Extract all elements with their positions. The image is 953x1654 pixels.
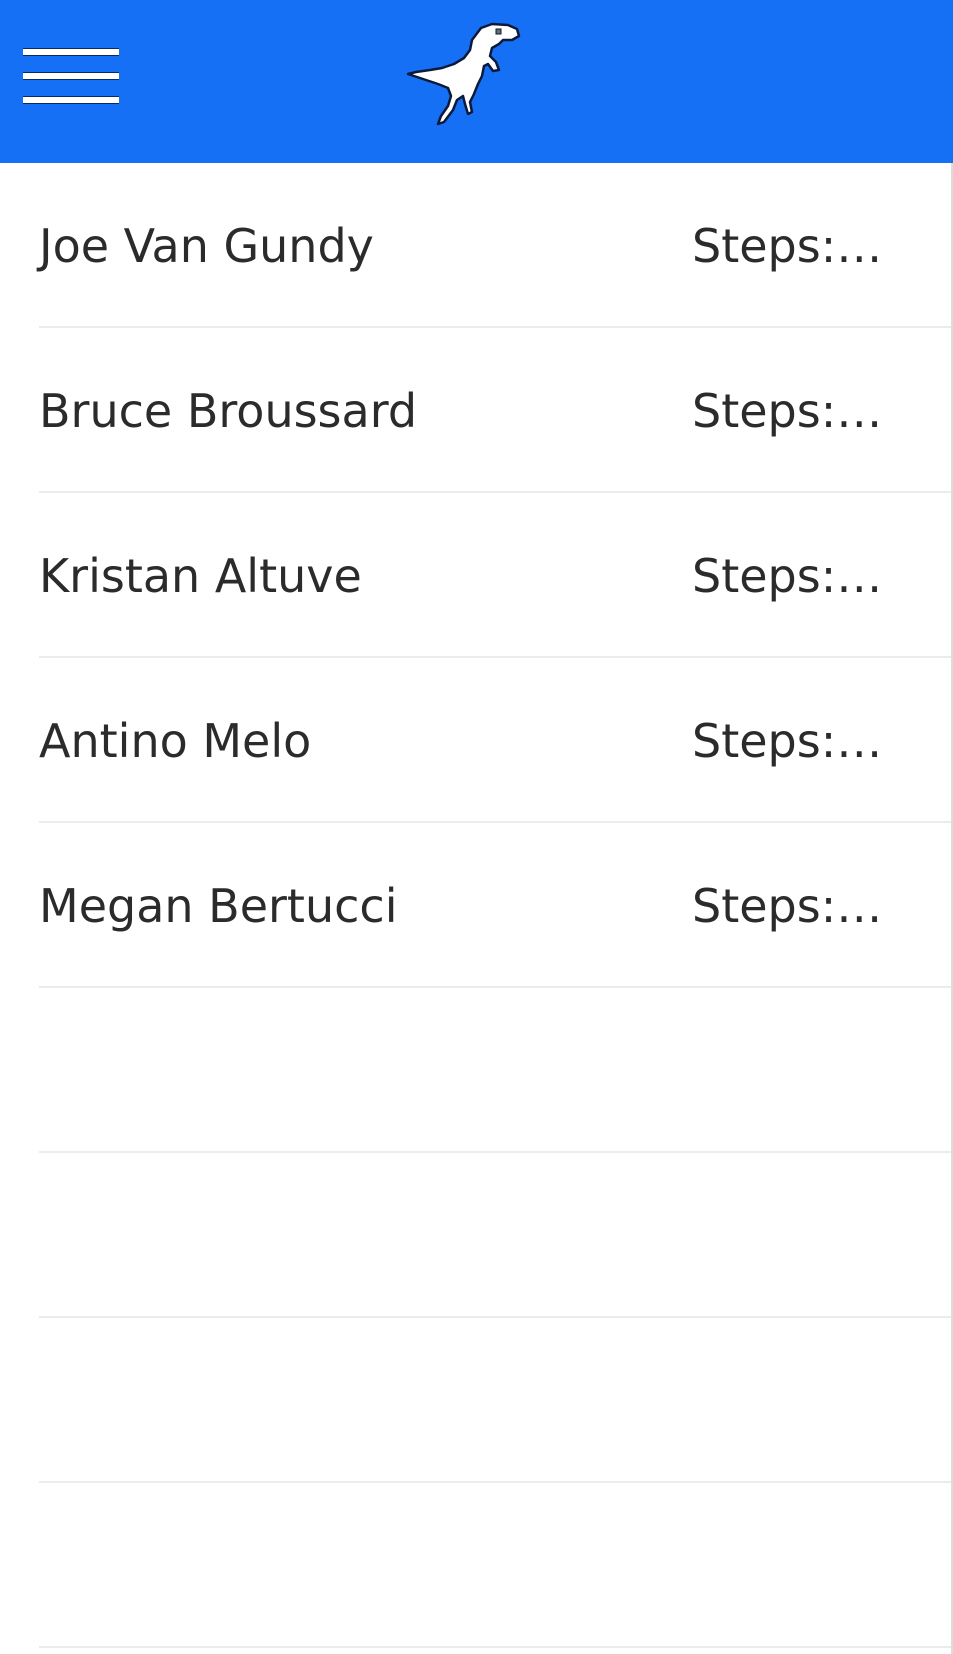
participant-name: Antino Melo bbox=[39, 713, 312, 768]
leaderboard-row[interactable]: Megan Bertucci Steps:… bbox=[0, 823, 953, 988]
t-rex-dinosaur-icon bbox=[406, 22, 521, 126]
empty-row bbox=[0, 988, 953, 1153]
step-count: Steps:… bbox=[692, 548, 883, 603]
participant-name: Bruce Broussard bbox=[39, 383, 418, 438]
participant-name: Megan Bertucci bbox=[39, 878, 398, 933]
step-count: Steps:… bbox=[692, 878, 883, 933]
leaderboard-row[interactable]: Antino Melo Steps:… bbox=[0, 658, 953, 823]
empty-row bbox=[0, 1318, 953, 1483]
leaderboard-row[interactable]: Joe Van Gundy Steps:… bbox=[0, 163, 953, 328]
app-screen: Joe Van Gundy Steps:… Bruce Broussard Steps… bbox=[0, 0, 953, 1654]
leaderboard-row[interactable]: Kristan Altuve Steps:… bbox=[0, 493, 953, 658]
menu-button[interactable] bbox=[18, 40, 124, 106]
step-count: Steps:… bbox=[692, 218, 883, 273]
participant-name: Kristan Altuve bbox=[39, 548, 362, 603]
step-count: Steps:… bbox=[692, 383, 883, 438]
empty-row bbox=[0, 1153, 953, 1318]
row-separator bbox=[39, 1646, 953, 1648]
leaderboard-row[interactable]: Bruce Broussard Steps:… bbox=[0, 328, 953, 493]
empty-row bbox=[0, 1483, 953, 1648]
navigation-bar bbox=[0, 0, 953, 163]
leaderboard-list: Joe Van Gundy Steps:… Bruce Broussard Steps… bbox=[0, 163, 953, 1648]
participant-name: Joe Van Gundy bbox=[39, 218, 374, 273]
step-count: Steps:… bbox=[692, 713, 883, 768]
